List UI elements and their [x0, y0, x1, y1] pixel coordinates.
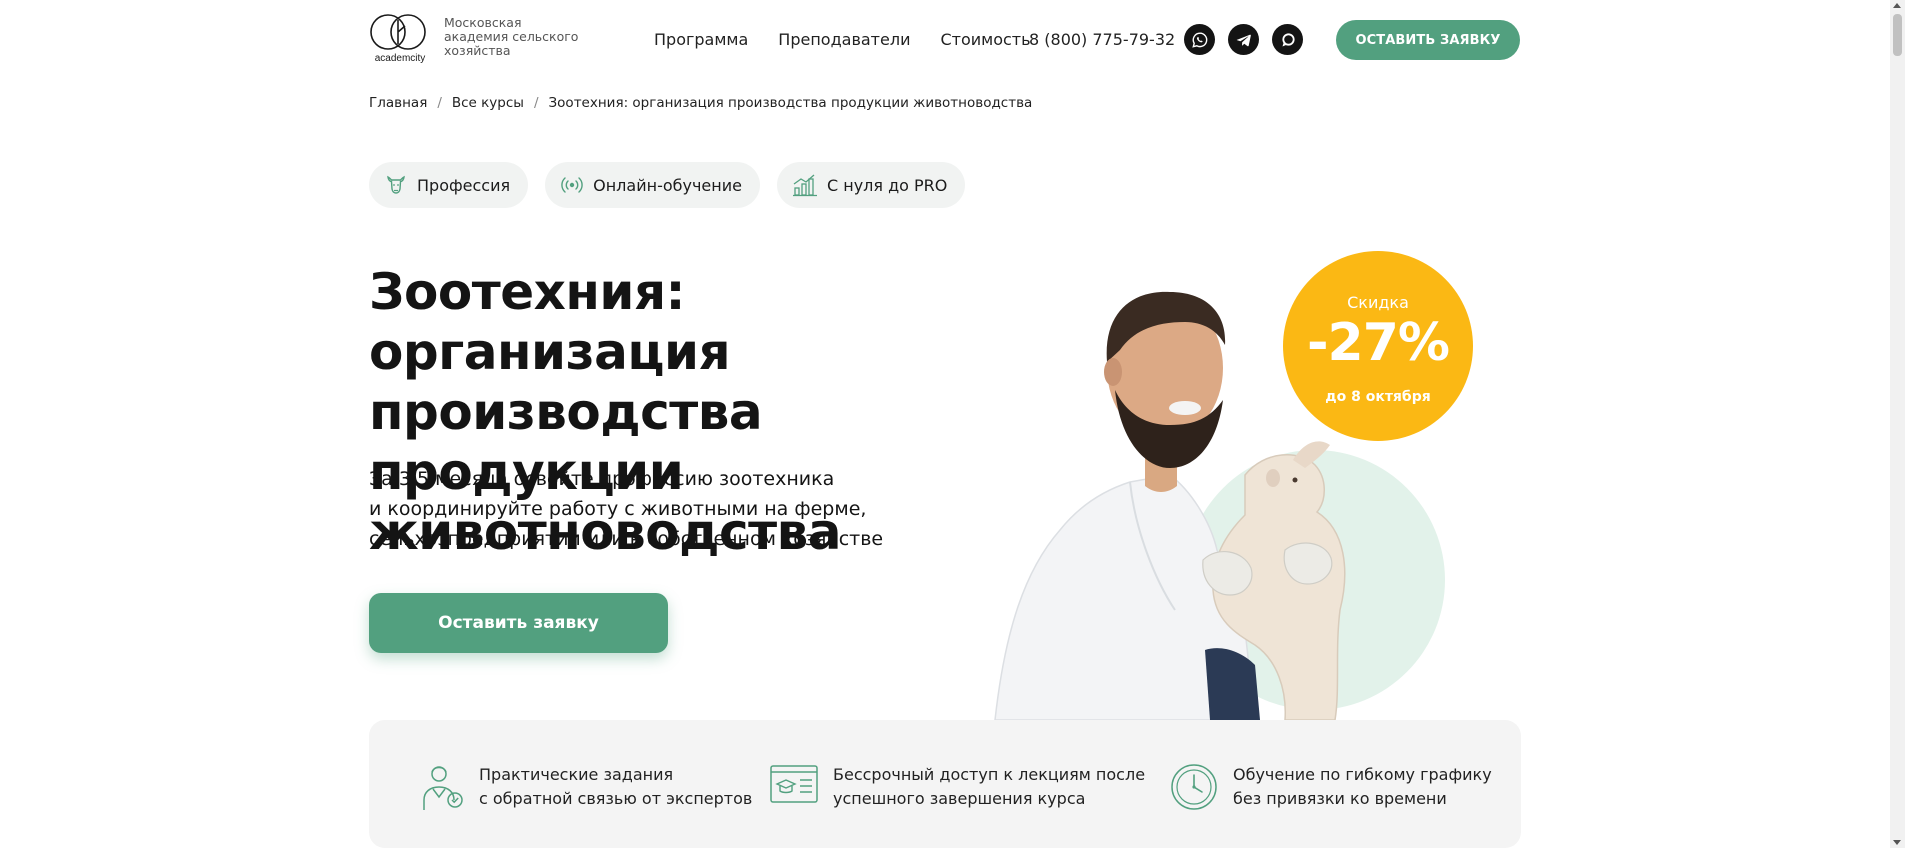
breadcrumb-separator: /	[533, 95, 539, 111]
feature-text: Обучение по гибкому графику без привязки…	[1233, 763, 1492, 811]
feature-line: с обратной связью от экспертов	[479, 789, 753, 808]
breadcrumb-home[interactable]: Главная	[369, 95, 427, 111]
nav-price[interactable]: Стоимость	[940, 30, 1030, 49]
chat-icon[interactable]	[1272, 24, 1303, 55]
academy-name-line: хозяйства	[444, 43, 511, 58]
hero-subtitle: За 3,5 месяца освойте профессию зоотехни…	[369, 464, 889, 554]
site-header: academcity Московская академия сельского…	[369, 10, 1521, 70]
feature-text: Практические задания с обратной связью о…	[479, 763, 752, 811]
feature-text: Бессрочный доступ к лекциям после успешн…	[833, 763, 1145, 811]
tag-from-zero: С нуля до PRO	[776, 162, 966, 208]
feature-access: Бессрочный доступ к лекциям после успешн…	[769, 762, 1145, 811]
whatsapp-icon[interactable]	[1184, 24, 1215, 55]
feature-line: Обучение по гибкому графику	[1233, 765, 1492, 784]
academy-name: Московская академия сельского хозяйства	[444, 16, 594, 58]
academy-logo[interactable]: academcity	[369, 12, 431, 64]
nav-teachers[interactable]: Преподаватели	[778, 30, 910, 49]
cow-icon	[387, 175, 405, 194]
feature-line: успешного завершения курса	[833, 789, 1086, 808]
discount-value: -27%	[1306, 313, 1450, 373]
breadcrumb-all-courses[interactable]: Все курсы	[452, 95, 524, 111]
request-button-hero[interactable]: Оставить заявку	[369, 593, 668, 653]
breadcrumb-separator: /	[437, 95, 442, 111]
tag-profession: Профессия	[369, 162, 529, 208]
telegram-icon[interactable]	[1228, 24, 1259, 55]
subtitle-line: и координируйте работу с животными на фе…	[369, 498, 867, 520]
feature-line: Практические задания	[479, 765, 674, 784]
features-panel: Практические задания с обратной связью о…	[369, 720, 1521, 848]
scroll-down-arrow-icon[interactable]	[1893, 840, 1901, 845]
feature-line: без привязки ко времени	[1233, 789, 1447, 808]
scroll-up-arrow-icon[interactable]	[1893, 3, 1901, 8]
phone-link[interactable]: 8 (800) 775-79-32	[1029, 30, 1175, 49]
growth-chart-icon	[792, 174, 817, 197]
nav-program[interactable]: Программа	[654, 30, 748, 49]
academy-name-line: Московская	[444, 15, 522, 30]
subtitle-line: сельхозпредприятии или в собственном хоз…	[369, 528, 884, 550]
tag-label: С нуля до PRO	[826, 175, 948, 195]
feature-line: Бессрочный доступ к лекциям после	[833, 765, 1146, 784]
feature-practice: Практические задания с обратной связью о…	[419, 762, 752, 812]
scrollbar-thumb[interactable]	[1893, 14, 1902, 56]
lecture-icon	[770, 765, 818, 803]
discount-deadline: до 8 октября	[1325, 389, 1431, 405]
discount-label: Скидка	[1347, 293, 1409, 312]
title-line: Зоотехния: организация	[369, 263, 731, 381]
feature-schedule: Обучение по гибкому графику без привязки…	[1169, 762, 1492, 812]
tag-label: Профессия	[417, 175, 511, 195]
request-button-header[interactable]: Оставить заявку	[1336, 20, 1520, 60]
logo-caption: academcity	[375, 53, 426, 64]
page-scrollbar[interactable]	[1890, 0, 1905, 848]
social-links	[1184, 24, 1303, 55]
clock-icon	[1171, 764, 1217, 810]
academy-name-line: академия сельского	[444, 29, 579, 44]
broadcast-icon	[561, 177, 583, 193]
breadcrumb: Главная / Все курсы / Зоотехния: организ…	[369, 95, 1032, 111]
main-nav: Программа Преподаватели Стоимость	[654, 30, 1031, 49]
tag-online: Онлайн-обучение	[545, 162, 760, 208]
tag-label: Онлайн-обучение	[593, 175, 742, 195]
subtitle-line: За 3,5 месяца освойте профессию зоотехни…	[369, 468, 835, 490]
course-tags: Профессия Онлайн-обучение С нуля до PRO	[369, 162, 966, 208]
breadcrumb-current: Зоотехния: организация производства прод…	[548, 95, 1033, 111]
expert-icon	[423, 766, 463, 810]
discount-badge: Скидка -27% до 8 октября	[1283, 251, 1473, 441]
